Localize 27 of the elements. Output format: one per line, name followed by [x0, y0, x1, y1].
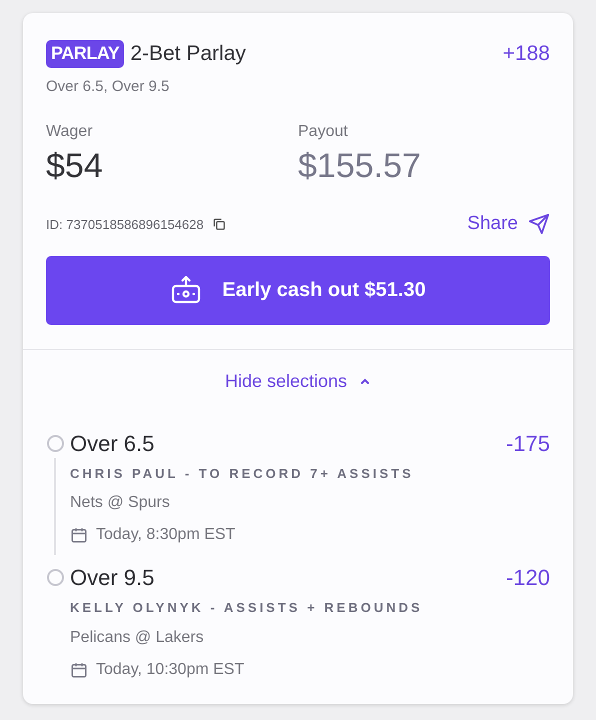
- send-icon: [528, 213, 550, 236]
- calendar-icon: [70, 526, 88, 544]
- share-button[interactable]: Share: [467, 210, 550, 238]
- selection-matchup: Pelicans @ Lakers: [70, 628, 205, 648]
- bet-summary: Over 6.5, Over 9.5: [46, 76, 170, 96]
- selection-pick: Over 6.5: [70, 430, 154, 458]
- selection-matchup: Nets @ Spurs: [70, 493, 171, 513]
- wager-label: Wager: [46, 122, 94, 142]
- hide-selections-toggle[interactable]: Hide selections: [224, 368, 372, 394]
- parlay-badge: PARLAY: [46, 40, 124, 68]
- selection-time: Today, 8:30pm EST: [96, 525, 236, 545]
- cash-out-button[interactable]: Early cash out $51.30: [46, 256, 550, 324]
- selection-odds: -120: [506, 564, 550, 592]
- payout-label: Payout: [298, 122, 349, 142]
- selection-odds: -175: [506, 430, 550, 458]
- calendar-icon: [70, 660, 88, 678]
- bet-id: ID: 7370518586896154628: [46, 216, 204, 234]
- copy-icon[interactable]: [212, 217, 226, 232]
- wager-value: $54: [46, 146, 104, 187]
- selection-market: KELLY OLYNYK - ASSISTS + REBOUNDS: [70, 599, 424, 617]
- selection-market: CHRIS PAUL - TO RECORD 7+ ASSISTS: [70, 464, 415, 482]
- cash-out-icon: [170, 275, 202, 305]
- payout-value: $155.57: [298, 146, 421, 187]
- bet-title: 2-Bet Parlay: [130, 41, 246, 67]
- selection-pick: Over 9.5: [70, 564, 154, 592]
- bet-odds: +188: [502, 41, 550, 67]
- selection-time: Today, 10:30pm EST: [96, 660, 244, 680]
